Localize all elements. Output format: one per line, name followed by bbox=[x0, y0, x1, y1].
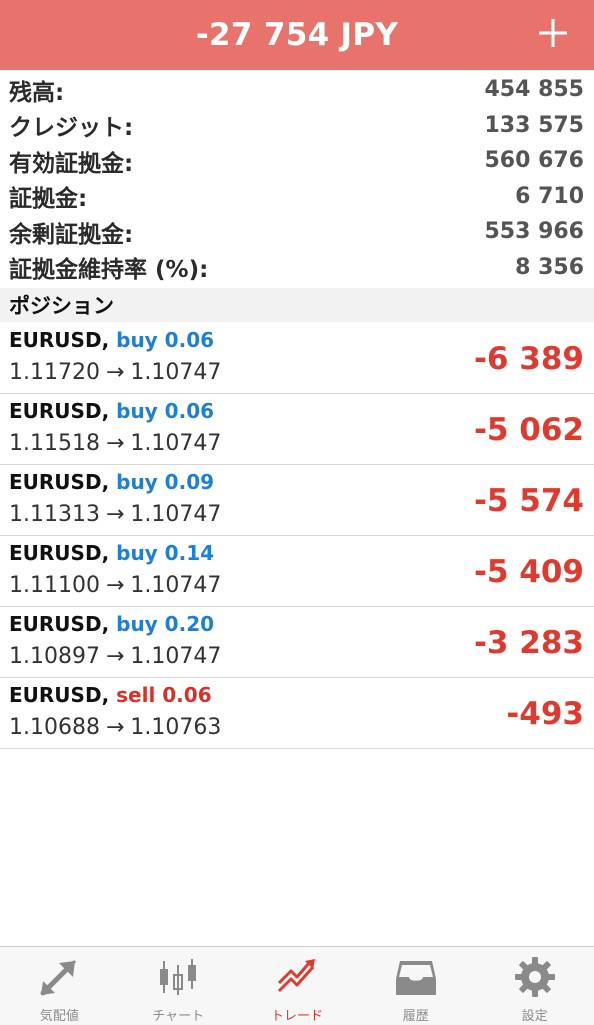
position-side: sell 0.06 bbox=[116, 683, 212, 707]
trade-icon bbox=[277, 959, 315, 993]
summary-row-balance: 残高: 454 855 bbox=[0, 72, 594, 108]
open-price: 1.11313 bbox=[9, 502, 100, 527]
summary-label: クレジット: bbox=[9, 115, 134, 142]
current-price: 1.10747 bbox=[130, 644, 222, 669]
position-row[interactable]: EURUSD, buy 0.06 1.11518 → 1.10747 -5 062 bbox=[0, 394, 594, 465]
current-price: 1.10747 bbox=[130, 360, 222, 385]
tab-settings[interactable]: 設定 bbox=[475, 947, 594, 1025]
quotes-icon bbox=[40, 959, 77, 996]
position-title: EURUSD, buy 0.09 bbox=[9, 470, 215, 494]
summary-row-margin: 証拠金: 6 710 bbox=[0, 179, 594, 215]
summary-value: 6 710 bbox=[515, 183, 584, 209]
tab-trade[interactable]: トレード bbox=[238, 947, 357, 1025]
summary-label: 証拠金: bbox=[9, 186, 88, 213]
summary-row-margin-level: 証拠金維持率 (%): 8 356 bbox=[0, 250, 594, 286]
current-price: 1.10747 bbox=[130, 431, 222, 456]
position-prices: 1.10688 → 1.10763 bbox=[9, 715, 221, 740]
history-icon bbox=[395, 961, 436, 995]
plus-icon bbox=[539, 19, 567, 47]
position-prices: 1.11100 → 1.10747 bbox=[9, 573, 221, 598]
summary-row-credit: クレジット: 133 575 bbox=[0, 108, 594, 144]
open-price: 1.11100 bbox=[9, 573, 100, 598]
position-profit: -6 389 bbox=[474, 341, 584, 377]
position-prices: 1.11518 → 1.10747 bbox=[9, 431, 221, 456]
arrow-right-icon: → bbox=[105, 431, 125, 456]
position-side: buy 0.20 bbox=[116, 612, 215, 636]
arrow-right-icon: → bbox=[105, 360, 125, 385]
summary-row-free-margin: 余剰証拠金: 553 966 bbox=[0, 214, 594, 250]
current-price: 1.10747 bbox=[130, 502, 222, 527]
new-order-button[interactable] bbox=[530, 10, 576, 56]
open-price: 1.11720 bbox=[9, 360, 100, 385]
tab-quotes[interactable]: 気配値 bbox=[0, 947, 119, 1025]
position-side: buy 0.09 bbox=[116, 470, 215, 494]
position-row[interactable]: EURUSD, buy 0.20 1.10897 → 1.10747 -3 283 bbox=[0, 607, 594, 678]
header-bar: -27 754 JPY bbox=[0, 0, 594, 70]
summary-label: 残高: bbox=[9, 79, 65, 106]
position-symbol: EURUSD bbox=[9, 541, 102, 565]
settings-icon bbox=[514, 957, 555, 997]
tab-label: 履歴 bbox=[402, 1009, 429, 1024]
arrow-right-icon: → bbox=[105, 573, 125, 598]
position-side: buy 0.06 bbox=[116, 328, 215, 352]
tab-history[interactable]: 履歴 bbox=[356, 947, 475, 1025]
arrow-right-icon: → bbox=[105, 644, 125, 669]
summary-label: 有効証拠金: bbox=[9, 150, 134, 177]
position-row[interactable]: EURUSD, sell 0.06 1.10688 → 1.10763 -493 bbox=[0, 678, 594, 749]
open-price: 1.11518 bbox=[9, 431, 100, 456]
tab-label: 設定 bbox=[521, 1009, 548, 1024]
position-profit: -5 574 bbox=[474, 483, 584, 519]
position-title: EURUSD, buy 0.14 bbox=[9, 541, 215, 565]
summary-value: 553 966 bbox=[484, 219, 584, 245]
current-price: 1.10763 bbox=[130, 715, 222, 740]
position-symbol: EURUSD bbox=[9, 399, 102, 423]
summary-value: 133 575 bbox=[484, 112, 584, 138]
bottom-tab-bar: 気配値 チャート トレード 履歴 設定 bbox=[0, 946, 594, 1025]
summary-row-equity: 有効証拠金: 560 676 bbox=[0, 143, 594, 179]
position-profit: -5 062 bbox=[474, 412, 584, 448]
chart-icon bbox=[160, 959, 197, 995]
position-prices: 1.11313 → 1.10747 bbox=[9, 502, 221, 527]
position-symbol: EURUSD bbox=[9, 328, 102, 352]
summary-value: 454 855 bbox=[484, 77, 584, 103]
arrow-right-icon: → bbox=[105, 502, 125, 527]
tab-chart[interactable]: チャート bbox=[119, 947, 238, 1025]
summary-label: 余剰証拠金: bbox=[9, 221, 134, 248]
position-profit: -5 409 bbox=[474, 554, 584, 590]
total-profit-title: -27 754 JPY bbox=[195, 17, 399, 53]
position-symbol: EURUSD bbox=[9, 612, 102, 636]
summary-value: 560 676 bbox=[484, 148, 584, 174]
summary-label: 証拠金維持率 (%): bbox=[9, 257, 209, 284]
position-symbol: EURUSD bbox=[9, 470, 102, 494]
position-profit: -3 283 bbox=[474, 625, 584, 661]
tab-label: チャート bbox=[152, 1009, 205, 1024]
positions-list: EURUSD, buy 0.06 1.11720 → 1.10747 -6 389 … bbox=[0, 323, 594, 749]
open-price: 1.10897 bbox=[9, 644, 100, 669]
position-prices: 1.11720 → 1.10747 bbox=[9, 360, 221, 385]
position-symbol: EURUSD bbox=[9, 683, 102, 707]
tab-label: 気配値 bbox=[39, 1009, 79, 1024]
position-row[interactable]: EURUSD, buy 0.09 1.11313 → 1.10747 -5 574 bbox=[0, 465, 594, 536]
position-side: buy 0.14 bbox=[116, 541, 215, 565]
position-row[interactable]: EURUSD, buy 0.06 1.11720 → 1.10747 -6 389 bbox=[0, 323, 594, 394]
current-price: 1.10747 bbox=[130, 573, 222, 598]
position-title: EURUSD, buy 0.20 bbox=[9, 612, 215, 636]
position-profit: -493 bbox=[506, 696, 584, 732]
position-title: EURUSD, buy 0.06 bbox=[9, 328, 215, 352]
position-prices: 1.10897 → 1.10747 bbox=[9, 644, 221, 669]
open-price: 1.10688 bbox=[9, 715, 100, 740]
account-summary: 残高: 454 855 クレジット: 133 575 有効証拠金: 560 67… bbox=[0, 72, 594, 285]
position-title: EURUSD, sell 0.06 bbox=[9, 683, 212, 707]
summary-value: 8 356 bbox=[515, 254, 584, 280]
arrow-right-icon: → bbox=[105, 715, 125, 740]
position-title: EURUSD, buy 0.06 bbox=[9, 399, 215, 423]
tab-label: トレード bbox=[270, 1009, 323, 1024]
positions-section-header: ポジション bbox=[0, 288, 594, 322]
position-side: buy 0.06 bbox=[116, 399, 215, 423]
position-row[interactable]: EURUSD, buy 0.14 1.11100 → 1.10747 -5 409 bbox=[0, 536, 594, 607]
